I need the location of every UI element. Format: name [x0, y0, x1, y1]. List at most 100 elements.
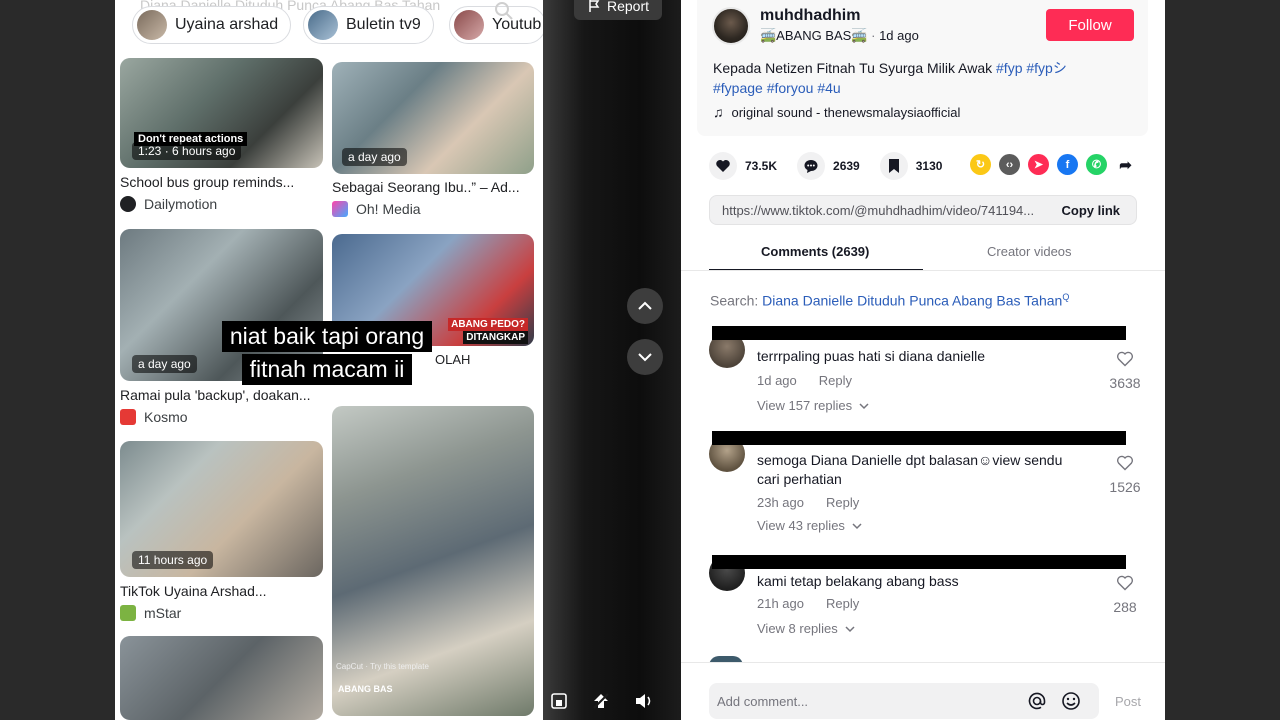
author-avatar[interactable] — [712, 7, 750, 45]
previous-video-button[interactable] — [627, 288, 663, 324]
save-count: 3130 — [915, 159, 943, 173]
description-text: Kepada Netizen Fitnah Tu Syurga Milik Aw… — [713, 60, 993, 76]
tabs-divider — [681, 270, 1165, 271]
comment-text: kami tetap belakang abang bass — [757, 573, 959, 589]
right-backdrop — [1165, 0, 1280, 720]
volume-button[interactable] — [630, 687, 658, 715]
heart-outline-icon — [1116, 575, 1134, 591]
report-button[interactable]: Report — [574, 0, 662, 20]
copy-link-button[interactable]: Copy link — [1061, 203, 1120, 218]
chevron-down-icon — [845, 625, 855, 632]
result-source: Oh! Media — [332, 201, 421, 217]
whatsapp-icon[interactable]: ✆ — [1086, 154, 1107, 175]
chip-label: Buletin tv9 — [346, 16, 421, 33]
like-stat[interactable]: 73.5K — [709, 152, 777, 180]
repost-icon[interactable]: ↻ — [970, 154, 991, 175]
music-note-icon: ♫ — [713, 104, 724, 120]
emoji-icon[interactable] — [1061, 691, 1081, 711]
comment-stat[interactable]: 2639 — [797, 152, 860, 180]
next-video-button[interactable] — [627, 339, 663, 375]
overlay-line: niat baik tapi orang — [221, 321, 433, 352]
comment-like-count: 288 — [1113, 599, 1137, 615]
result-caption: Ramai pula 'backup', doakan... — [120, 387, 311, 403]
mention-icon[interactable] — [1027, 691, 1047, 711]
tiktok-video-page: Diana Danielle Dituduh Punca Abang Bas T… — [0, 0, 1280, 720]
hashtag-link[interactable]: #fypシ — [1026, 60, 1066, 76]
video-caption-overlay: niat baik tapi orang fitnah macam ii — [207, 320, 447, 386]
redacted-username — [712, 431, 1126, 445]
panel-tabs: Comments (2639) Creator videos — [709, 236, 1137, 271]
source-label: Kosmo — [144, 409, 188, 425]
pip-icon — [551, 693, 567, 709]
source-label: mStar — [144, 605, 182, 621]
source-logo — [332, 201, 348, 217]
thumb-overlay-text: DITANGKAP — [463, 331, 528, 344]
comment-time: 21h ago — [757, 596, 804, 611]
share-more-icon[interactable]: ➦ — [1115, 154, 1136, 175]
redacted-username — [712, 555, 1126, 569]
comment-like-button[interactable]: 288 — [1099, 574, 1151, 615]
result-caption: TikTok Uyaina Arshad... — [120, 583, 267, 599]
source-label: Oh! Media — [356, 201, 421, 217]
search-label: Search: — [710, 292, 759, 309]
video-frame-screenshot: Diana Danielle Dituduh Punca Abang Bas T… — [115, 0, 543, 720]
reply-button[interactable]: Reply — [819, 373, 852, 388]
result-thumbnail — [120, 636, 323, 720]
heart-icon — [709, 152, 737, 180]
chip-avatar — [137, 10, 167, 40]
engagement-stats: 73.5K 2639 3130 — [709, 152, 962, 180]
reply-button[interactable]: Reply — [826, 596, 859, 611]
result-timestamp: a day ago — [132, 355, 197, 373]
sound-link[interactable]: ♫ original sound - thenewsmalaysiaoffici… — [713, 104, 960, 120]
search-icon — [495, 2, 513, 20]
hashtag-link[interactable]: #4u — [817, 80, 840, 96]
auto-scroll-button[interactable] — [587, 687, 615, 715]
chip-label: Uyaina arshad — [175, 16, 279, 33]
reply-button[interactable]: Reply — [826, 495, 859, 510]
author-nickname: 🚎ABANG BAS🚎 — [760, 28, 868, 43]
chevron-down-icon — [638, 353, 652, 362]
volume-icon — [636, 694, 651, 708]
video-link-box: https://www.tiktok.com/@muhdhadhim/video… — [709, 195, 1137, 225]
view-replies-button[interactable]: View 8 replies — [757, 621, 856, 636]
hashtag-link[interactable]: #foryou — [767, 80, 814, 96]
author-username[interactable]: muhdhadhim — [760, 7, 860, 25]
flag-icon — [589, 0, 600, 12]
facebook-icon[interactable]: f — [1057, 154, 1078, 175]
embed-icon[interactable]: ‹› — [999, 154, 1020, 175]
result-timestamp: a day ago — [342, 148, 407, 166]
comment-text: semoga Diana Danielle dpt balasan☺view s… — [757, 452, 1063, 487]
share-options: ↻ ‹› ➤ f ✆ ➦ — [970, 154, 1144, 175]
overlay-line: fitnah macam ii — [241, 354, 413, 385]
result-thumbnail: a day ago — [332, 62, 534, 174]
heart-outline-icon — [1116, 455, 1134, 471]
source-logo — [120, 605, 136, 621]
search-query-link[interactable]: Diana Danielle Dituduh Punca Abang Bas T… — [762, 293, 1062, 309]
follow-button[interactable]: Follow — [1046, 9, 1134, 41]
tab-comments[interactable]: Comments (2639) — [761, 244, 869, 259]
save-stat[interactable]: 3130 — [879, 152, 943, 180]
tab-creator-videos[interactable]: Creator videos — [987, 244, 1072, 259]
view-replies-label: View 157 replies — [757, 398, 853, 413]
like-count: 73.5K — [745, 159, 778, 173]
comment-like-button[interactable]: 1526 — [1099, 454, 1151, 495]
sound-label: original sound - thenewsmalaysiaofficial — [731, 104, 961, 120]
thumb-overlay-text: ABANG BAS — [338, 684, 393, 694]
view-replies-button[interactable]: View 43 replies — [757, 518, 863, 533]
hashtag-link[interactable]: #fyp — [996, 60, 1022, 76]
add-comment-input[interactable]: Add comment... — [709, 683, 1099, 719]
comment-like-count: 3638 — [1109, 375, 1141, 391]
post-comment-button[interactable]: Post — [1115, 694, 1141, 709]
comment-count: 2639 — [833, 159, 860, 173]
chip-buletin: Buletin tv9 — [303, 6, 434, 44]
view-replies-button[interactable]: View 157 replies — [757, 398, 870, 413]
picture-in-picture-button[interactable] — [545, 687, 573, 715]
search-chip-row: Diana Danielle Dituduh Punca Abang Bas T… — [115, 0, 543, 46]
comment-like-button[interactable]: 3638 — [1099, 350, 1151, 391]
heart-outline-icon — [1116, 351, 1134, 367]
send-to-friends-icon[interactable]: ➤ — [1028, 154, 1049, 175]
result-source: Kosmo — [120, 409, 188, 425]
result-caption: School bus group reminds... — [120, 174, 295, 190]
hashtag-link[interactable]: #fypage — [713, 80, 763, 96]
video-player[interactable]: Diana Danielle Dituduh Punca Abang Bas T… — [115, 0, 681, 720]
